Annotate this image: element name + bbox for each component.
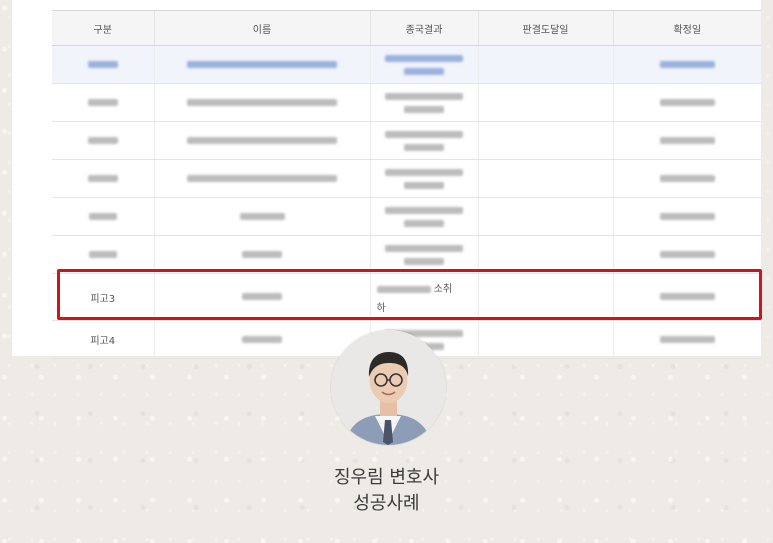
cell-name[interactable] [153, 83, 370, 122]
cell-confirm-date [612, 121, 761, 160]
cell-category [52, 83, 154, 122]
cell-category [52, 121, 154, 160]
table-row[interactable] [52, 235, 761, 274]
cell-category [52, 197, 154, 236]
header-name: 이름 [153, 10, 370, 46]
cell-confirm-date [612, 235, 761, 274]
header-final-result: 종국결과 [369, 10, 478, 46]
cell-confirm-date [612, 197, 761, 236]
cell-confirm-date [612, 320, 761, 359]
cell-confirm-date [612, 45, 761, 84]
table-row[interactable] [52, 45, 761, 84]
cell-delivery-date [477, 45, 613, 84]
cell-result [369, 159, 478, 198]
cell-delivery-date [477, 121, 613, 160]
cell-delivery-date [477, 83, 613, 122]
cell-name[interactable] [153, 235, 370, 274]
cell-name[interactable] [153, 320, 370, 359]
table-row[interactable] [52, 159, 761, 198]
cell-confirm-date [612, 159, 761, 198]
cell-category [52, 45, 154, 84]
cell-result [369, 83, 478, 122]
cell-category [52, 159, 154, 198]
profile-avatar [331, 330, 446, 445]
header-category: 구분 [52, 10, 154, 46]
defendant4-label: 피고4 [90, 336, 116, 347]
cell-name[interactable] [153, 197, 370, 236]
cell-result [369, 235, 478, 274]
cell-category: 피고4 [52, 320, 154, 359]
cell-delivery-date [477, 159, 613, 198]
cell-result [369, 121, 478, 160]
cell-result [369, 197, 478, 236]
highlight-box [57, 269, 762, 320]
cell-name[interactable] [153, 45, 370, 84]
lawyer-portrait-icon [331, 330, 446, 445]
cell-result [369, 45, 478, 84]
table-header-row: 구분 이름 종국결과 판결도달일 확정일 [52, 10, 761, 46]
table-row[interactable] [52, 121, 761, 160]
cell-delivery-date [477, 320, 613, 359]
header-confirmation-date: 확정일 [612, 10, 761, 46]
caption-line1: 징우림 변호사 [333, 467, 440, 488]
cell-confirm-date [612, 83, 761, 122]
cell-name[interactable] [153, 159, 370, 198]
cell-name[interactable] [153, 121, 370, 160]
caption-line2: 성공사례 [353, 493, 420, 514]
cell-delivery-date [477, 197, 613, 236]
table-row[interactable] [52, 83, 761, 122]
cell-delivery-date [477, 235, 613, 274]
table-row[interactable] [52, 197, 761, 236]
cell-category [52, 235, 154, 274]
header-judgment-delivery-date: 판결도달일 [477, 10, 613, 46]
